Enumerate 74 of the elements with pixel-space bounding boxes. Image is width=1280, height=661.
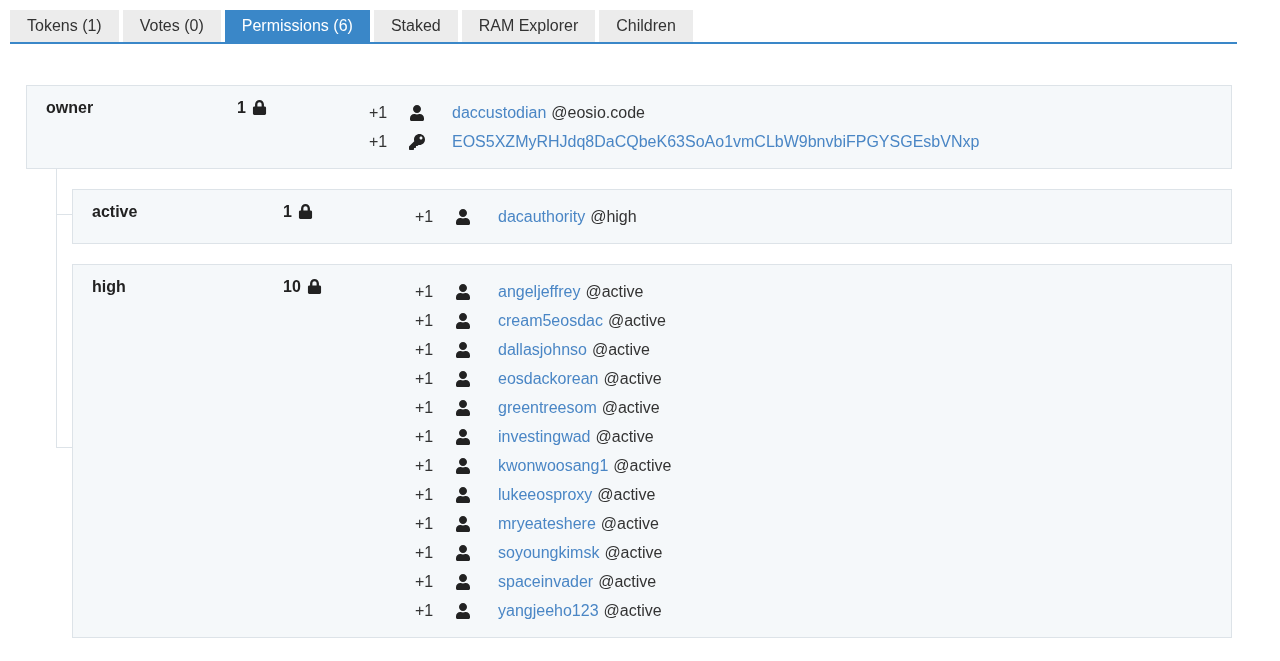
tab[interactable]: Votes (0) <box>122 10 221 42</box>
weight-value: +1 <box>415 571 435 592</box>
weight-value: +1 <box>369 131 389 152</box>
weight-value: +1 <box>415 281 435 302</box>
lock-icon <box>306 279 322 294</box>
user-icon <box>455 370 471 387</box>
user-icon <box>455 283 471 300</box>
user-icon <box>455 486 471 503</box>
user-icon <box>455 399 471 416</box>
account-link[interactable]: greentreesom <box>498 395 597 420</box>
user-icon <box>455 208 471 225</box>
permission-label: @active <box>600 513 659 534</box>
account-link[interactable]: spaceinvader <box>498 569 594 594</box>
permission-label: @eosio.code <box>551 102 645 123</box>
account-link[interactable]: angeljeffrey <box>498 279 581 304</box>
weight-value: +1 <box>415 484 435 505</box>
weight-value: +1 <box>369 102 389 123</box>
tab[interactable]: RAM Explorer <box>461 10 596 42</box>
permission-label: @active <box>603 600 662 621</box>
tab[interactable]: Staked <box>373 10 458 42</box>
user-icon <box>455 341 471 358</box>
tab[interactable]: Children <box>599 10 693 42</box>
user-icon <box>455 573 471 590</box>
permission-label: @active <box>591 339 650 360</box>
tab[interactable]: Tokens (1) <box>10 10 119 42</box>
account-link[interactable]: cream5eosdac <box>498 308 603 333</box>
weight-value: +1 <box>415 542 435 563</box>
threshold-value: 1 <box>283 201 292 222</box>
threshold-value: 10 <box>283 276 301 297</box>
permission-label: @active <box>585 281 644 302</box>
user-icon <box>455 457 471 474</box>
lock-icon <box>251 100 267 115</box>
weight-value: +1 <box>415 339 435 360</box>
permission-name: active <box>92 202 139 222</box>
account-link[interactable]: yangjeeho123 <box>498 598 599 623</box>
permission-label: @active <box>603 368 662 389</box>
user-icon <box>455 515 471 532</box>
user-icon <box>455 602 471 619</box>
permission-name: high <box>92 277 127 297</box>
permission-name: owner <box>46 98 95 118</box>
permission-label: @high <box>590 206 637 227</box>
account-link[interactable]: mryeateshere <box>498 511 596 536</box>
account-link[interactable]: kwonwoosang1 <box>498 453 609 478</box>
permission-label: @active <box>595 426 654 447</box>
lock-icon <box>297 204 313 219</box>
user-icon <box>455 312 471 329</box>
permission-label: @active <box>598 571 657 592</box>
account-link[interactable]: eosdackorean <box>498 366 599 391</box>
permission-label: @active <box>604 542 663 563</box>
user-icon <box>455 544 471 561</box>
weight-value: +1 <box>415 310 435 331</box>
account-link[interactable]: dacauthority <box>498 204 586 229</box>
weight-value: +1 <box>415 455 435 476</box>
permission-label: @active <box>613 455 672 476</box>
weight-value: +1 <box>415 206 435 227</box>
permission-label: @active <box>601 397 660 418</box>
weight-value: +1 <box>415 368 435 389</box>
weight-value: +1 <box>415 426 435 447</box>
user-icon <box>455 428 471 445</box>
account-link[interactable]: daccustodian <box>452 100 547 125</box>
user-icon <box>409 104 425 121</box>
account-link[interactable]: soyoungkimsk <box>498 540 600 565</box>
account-link[interactable]: dallasjohnso <box>498 337 587 362</box>
permission-label: @active <box>607 310 666 331</box>
weight-value: +1 <box>415 397 435 418</box>
account-link[interactable]: investingwad <box>498 424 591 449</box>
weight-value: +1 <box>415 513 435 534</box>
weight-value: +1 <box>415 600 435 621</box>
account-link[interactable]: lukeeosproxy <box>498 482 593 507</box>
threshold-value: 1 <box>237 97 246 118</box>
tab[interactable]: Permissions (6) <box>224 10 370 42</box>
key-icon <box>409 133 425 150</box>
account-link[interactable]: EOS5XZMyRHJdq8DaCQbeK63SoAo1vmCLbW9bnvbiFPGYSGEsbVNxp <box>452 129 980 154</box>
permission-label: @active <box>597 484 656 505</box>
